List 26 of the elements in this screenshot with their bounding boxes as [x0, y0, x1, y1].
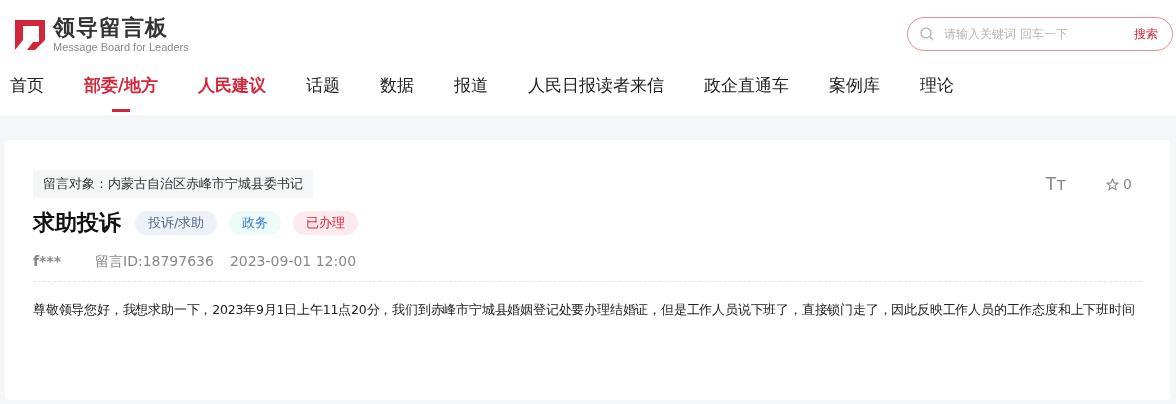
nav-tab[interactable]: 首页	[10, 56, 44, 112]
nav-tab[interactable]: 理论	[920, 56, 955, 112]
author-name: f***	[33, 253, 63, 271]
logo-subtitle: Message Board for Leaders	[53, 41, 189, 53]
message-target: 留言对象：内蒙古自治区赤峰市宁城县委书记	[33, 170, 313, 198]
category-tag: 政务	[229, 211, 282, 235]
message-body: 尊敬领导您好，我想求助一下，2023年9月1日上午11点20分，我们到赤峰市宁城县婚姻登记处要办理结婚证，但是工作人员说下班了，直接锁门走了，因此反映工作人员的工作态度和上下班时间	[33, 301, 1136, 319]
nav-tab[interactable]: 话题	[306, 56, 341, 112]
nav-tab[interactable]: 案例库	[829, 56, 881, 112]
nav-tab[interactable]: 政企直通车	[704, 56, 790, 112]
nav-tab[interactable]: 报道	[454, 56, 489, 112]
nav-tab[interactable]: 人民日报读者来信	[528, 56, 665, 112]
star-icon	[1106, 177, 1120, 191]
message-id: 留言ID:18797636	[95, 253, 214, 271]
message-title: 求助投诉	[33, 209, 121, 237]
nav-tab[interactable]: 部委/地方	[84, 56, 159, 112]
logo-title: 领导留言板	[53, 15, 169, 41]
nav-tab[interactable]: 人民建议	[198, 56, 267, 112]
category-tag: 已办理	[293, 211, 359, 235]
search-button[interactable]: 搜索	[1134, 25, 1158, 43]
nav-tab[interactable]: 数据	[380, 56, 415, 112]
font-size-button[interactable]: Tт	[1045, 174, 1067, 194]
favorite-button[interactable]: 0	[1106, 176, 1132, 192]
message-time: 2023-09-01 12:00	[229, 253, 357, 271]
category-tag: 投诉/求助	[135, 211, 218, 235]
search-icon	[920, 27, 934, 41]
